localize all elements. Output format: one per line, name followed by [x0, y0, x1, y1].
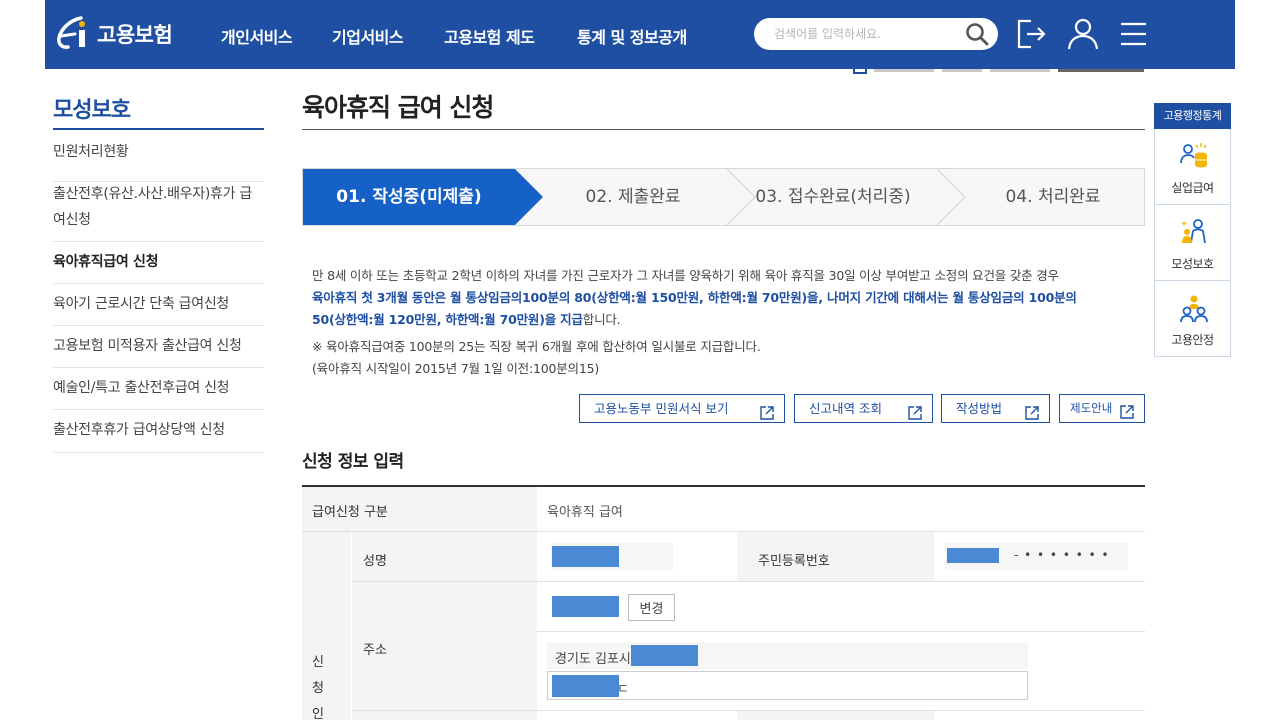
redacted-address-2: [552, 675, 619, 697]
quick-unemployment-benefit[interactable]: 실업급여: [1154, 129, 1231, 205]
sidebar-item-reduced-hours-benefit[interactable]: 육아기 근로시간 단축 급여신청: [53, 291, 264, 326]
menu-icon[interactable]: [1118, 16, 1152, 52]
sidebar-item-label: 육아휴직급여 신청: [53, 254, 159, 270]
applicant-group-cell: [302, 532, 351, 720]
description-line-3: 50(상한액:월 120만원, 하한액:월 70만원)을 지급합니다.: [312, 308, 621, 331]
user-icon[interactable]: [1066, 16, 1100, 52]
description-highlight: 50(상한액:월 120만원, 하한액:월 70만원)을 지급: [312, 312, 583, 327]
nav-insurance-system[interactable]: 고용보험 제도: [444, 24, 535, 48]
sidebar-item-uninsured-birth-benefit[interactable]: 고용보험 미적용자 출산급여 신청: [53, 333, 264, 368]
logout-icon[interactable]: [1015, 16, 1049, 52]
description-line-1: 만 8세 이하 또는 초등학교 2학년 이하의 자녀를 가진 근로자가 그 자녀…: [312, 268, 1059, 283]
sidebar-item-label: 여신청: [53, 212, 91, 228]
sidebar-item-label: 육아기 근로시간 단축 급여신청: [53, 296, 229, 312]
search-icon[interactable]: [964, 22, 990, 46]
description-suffix: 합니다.: [582, 312, 621, 327]
nav-statistics-disclosure[interactable]: 통계 및 정보공개: [577, 24, 687, 48]
quick-maternity-label: 모성보호: [1171, 257, 1214, 271]
quick-unemployment-label: 실업급여: [1171, 181, 1214, 195]
applicant-label-char-1: 신: [312, 655, 324, 670]
type-value: 육아휴직 급여: [547, 505, 623, 520]
system-guide-label: 제도안내: [1070, 401, 1113, 415]
redacted-postcode: [552, 596, 619, 617]
sidebar-title: 모성보호: [53, 98, 131, 123]
next-label-cell: [737, 711, 934, 720]
external-link-icon: [760, 402, 774, 420]
top-header: 고용보험 개인서비스 기업서비스 고용보험 제도 통계 및 정보공개: [45, 0, 1235, 69]
change-address-button[interactable]: 변경: [628, 594, 675, 621]
rrn-mask: - • • • • • • •: [1014, 548, 1110, 562]
step-3-received: 03. 접수완료(처리중): [755, 187, 911, 207]
quick-employment-stability[interactable]: 고용안정: [1154, 281, 1231, 357]
applicant-label-char-3: 인: [312, 707, 324, 722]
nav-personal-service[interactable]: 개인서비스: [221, 24, 293, 48]
redacted-rrn-front: [947, 548, 999, 563]
description-line-2: 육아휴직 첫 3개월 동안은 월 통상임금의100분의 80(상한액:월 150…: [312, 290, 1077, 305]
address-line-1: 경기도 김포시: [555, 652, 631, 667]
external-link-icon: [908, 402, 922, 420]
nav-business-service[interactable]: 기업서비스: [332, 24, 404, 48]
external-link-icon: [1120, 402, 1134, 419]
quick-employment-label: 고용안정: [1171, 333, 1214, 347]
row-divider: [537, 631, 1145, 632]
page-title: 육아휴직 급여 신청: [302, 93, 494, 122]
sidebar-item-artist-birth-benefit[interactable]: 예술인/특고 출산전후급여 신청: [53, 375, 264, 410]
next-label-cell: [352, 711, 537, 720]
how-to-write-button[interactable]: 작성방법: [941, 394, 1050, 423]
section-title: 신청 정보 입력: [302, 452, 404, 472]
page-title-divider: [302, 129, 1145, 130]
sidebar-title-divider: [53, 128, 264, 130]
how-to-write-label: 작성방법: [956, 401, 1003, 416]
note-line-1: ※ 육아휴직급여중 100분의 25는 직장 복귀 6개월 후에 합산하여 일시…: [312, 339, 761, 354]
site-logo[interactable]: 고용보험: [53, 14, 173, 54]
redacted-address-1: [631, 645, 698, 666]
logo-icon: [53, 14, 93, 54]
system-guide-button[interactable]: 제도안내: [1059, 394, 1145, 423]
sidebar-item-label: 출산전후(유산.사산.배우자)휴가 급: [53, 186, 252, 202]
step-2-submitted: 02. 제출완료: [585, 187, 681, 207]
logo-text: 고용보험: [97, 23, 173, 47]
parent-child-icon: [1181, 219, 1206, 244]
name-label: 성명: [363, 554, 387, 569]
quick-panel-title: 고용행정통계: [1154, 103, 1231, 129]
step-1-drafting: 01. 작성중(미제출): [336, 187, 482, 207]
step-4-completed: 04. 처리완료: [1005, 187, 1101, 207]
view-form-button[interactable]: 고용노동부 민원서식 보기: [579, 394, 785, 423]
search-box: [754, 18, 998, 50]
sidebar-item-label: 고용보험 미적용자 출산급여 신청: [53, 338, 242, 354]
breadcrumb: [852, 60, 1152, 74]
redacted-name: [552, 546, 619, 567]
quick-maternity-protection[interactable]: 모성보호: [1154, 205, 1231, 281]
sidebar-item-complaint-status[interactable]: 민원처리현황: [53, 139, 264, 182]
sidebar-item-maternity-leave[interactable]: 출산전후(유산.사산.배우자)휴가 급 여신청: [53, 181, 264, 242]
external-link-icon: [1025, 402, 1039, 420]
rrn-label: 주민등록번호: [758, 554, 830, 569]
view-form-label: 고용노동부 민원서식 보기: [594, 401, 729, 416]
applicant-label-char-2: 청: [312, 681, 324, 696]
report-history-label: 신고내역 조회: [809, 401, 882, 416]
note-line-2: (육아휴직 시작일이 2015년 7월 1일 이전:100분의15): [312, 361, 600, 376]
address-label: 주소: [363, 643, 387, 658]
address-detail-tail: ㄷ: [617, 682, 629, 697]
sidebar-item-label: 예술인/특고 출산전후급여 신청: [53, 380, 230, 396]
report-history-button[interactable]: 신고내역 조회: [794, 394, 933, 423]
sidebar-item-parental-leave-benefit[interactable]: 육아휴직급여 신청: [53, 249, 264, 284]
type-label: 급여신청 구분: [312, 505, 388, 520]
search-input[interactable]: [774, 24, 954, 44]
progress-steps: 01. 작성중(미제출) 02. 제출완료 03. 접수완료(처리중) 04. …: [302, 168, 1145, 226]
sidebar-item-label: 민원처리현황: [53, 144, 129, 160]
sidebar-item-equivalent-benefit[interactable]: 출산전후휴가 급여상당액 신청: [53, 417, 264, 453]
people-group-icon: [1180, 295, 1208, 323]
sidebar-item-label: 출산전후휴가 급여상당액 신청: [53, 422, 225, 438]
coins-person-icon: [1180, 143, 1207, 168]
